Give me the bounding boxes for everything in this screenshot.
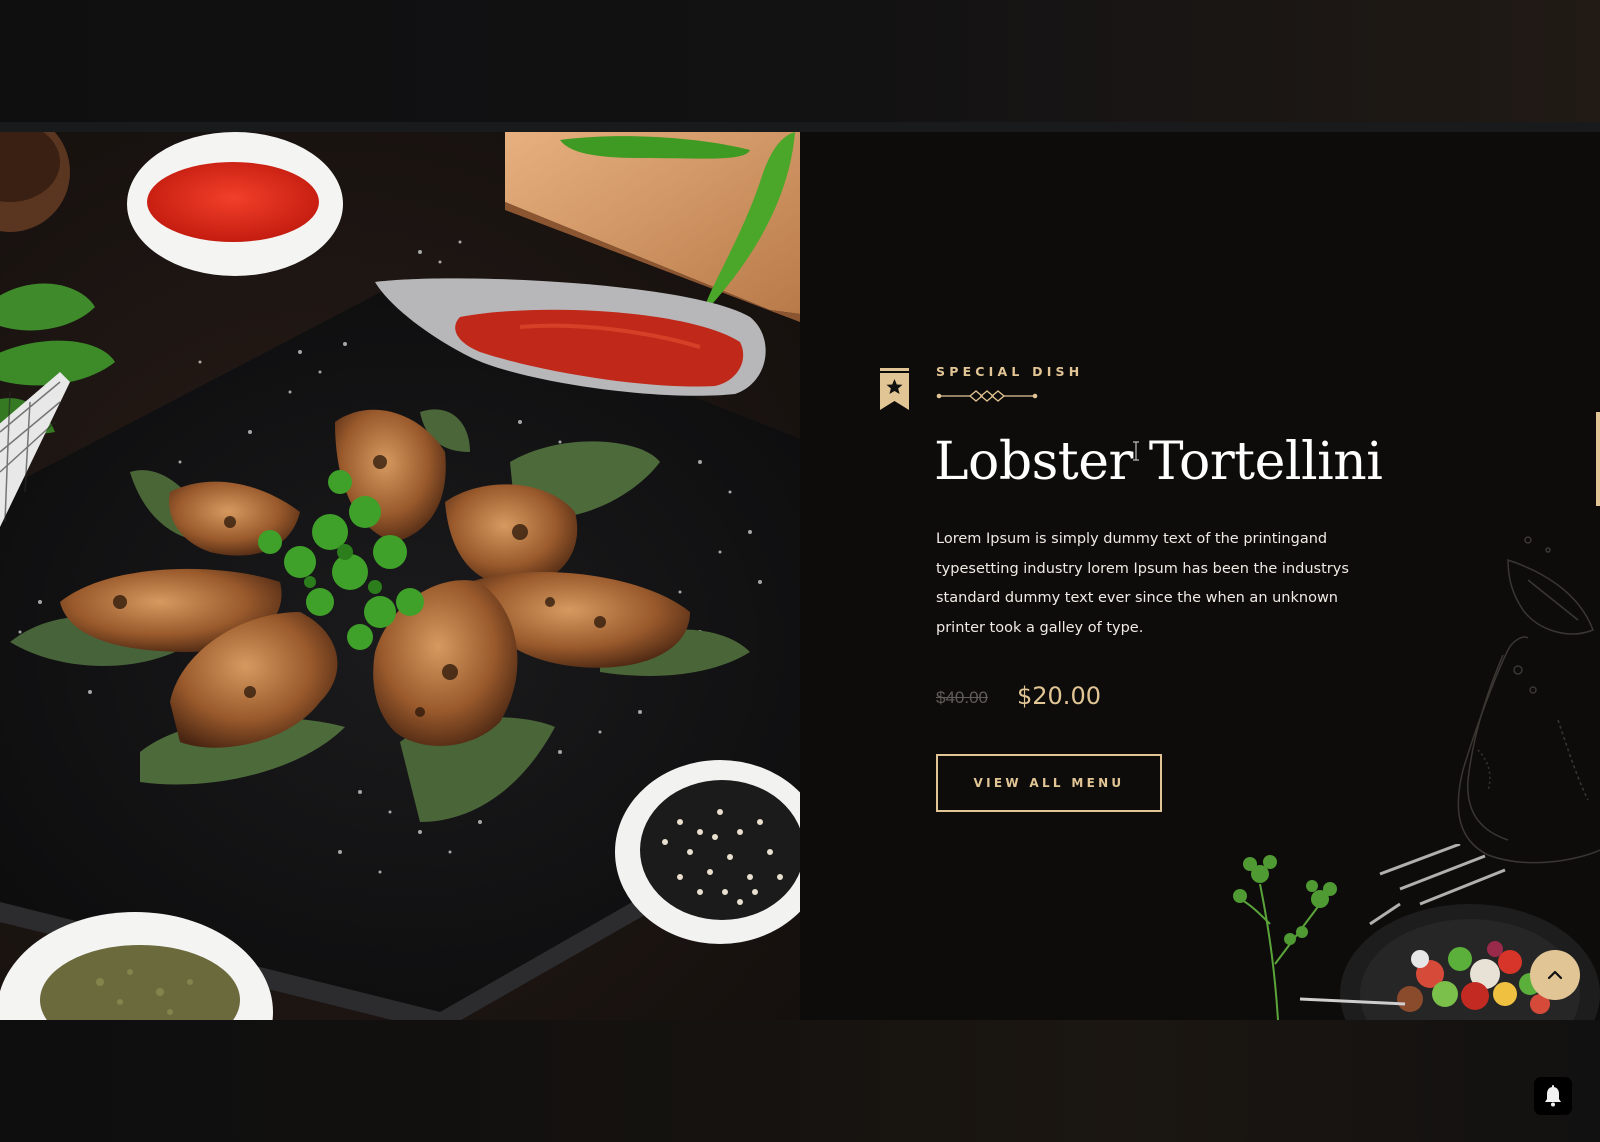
top-dark-band: [0, 0, 1600, 122]
food-photo: [0, 132, 800, 1020]
food-photo-illustration: [0, 132, 800, 1020]
side-tab-marker[interactable]: [1596, 412, 1600, 506]
dish-description: Lorem Ipsum is simply dummy text of the …: [936, 531, 1349, 636]
view-all-menu-button[interactable]: VIEW ALL MENU: [936, 754, 1162, 812]
chevron-up-icon: [1547, 970, 1563, 980]
bottom-dark-band: [0, 1020, 1600, 1142]
section-subtitle: SPECIAL DISH: [936, 364, 1084, 379]
special-dish-content: SPECIAL DISH Lobster Tortellini Lorem Ip…: [800, 132, 1600, 1020]
notification-button[interactable]: [1534, 1077, 1572, 1115]
top-band-edge: [0, 122, 1600, 132]
new-price: $20.00: [1017, 682, 1101, 710]
scroll-to-top-button[interactable]: [1530, 950, 1580, 1000]
dish-title: Lobster Tortellini: [934, 432, 1383, 492]
special-dish-section: SPECIAL DISH Lobster Tortellini Lorem Ip…: [0, 132, 1600, 1020]
old-price: $40.00: [936, 688, 988, 707]
bell-icon: [1545, 1085, 1561, 1107]
text-cursor-icon: [1133, 441, 1139, 461]
bookmark-star-icon: [880, 368, 909, 410]
chili-sketch-decoration: [1457, 536, 1600, 864]
ornament-divider: [936, 390, 1038, 402]
